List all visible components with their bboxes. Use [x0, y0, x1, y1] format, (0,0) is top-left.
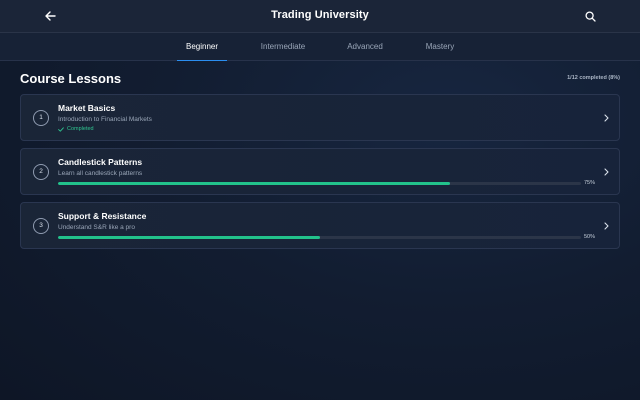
- progress-bar: [58, 182, 581, 185]
- lesson-subtitle: Introduction to Financial Markets: [58, 116, 152, 123]
- lesson-title: Market Basics: [58, 103, 116, 113]
- lesson-card[interactable]: 2 Candlestick Patterns Learn all candles…: [20, 148, 620, 195]
- section-title: Course Lessons: [20, 71, 122, 86]
- lesson-status: Completed: [58, 126, 94, 132]
- lesson-subtitle: Understand S&R like a pro: [58, 224, 135, 231]
- status-label: Completed: [67, 126, 94, 132]
- tab-advanced[interactable]: Advanced: [340, 33, 390, 61]
- app-header: Trading University: [0, 0, 640, 33]
- tab-intermediate[interactable]: Intermediate: [253, 33, 313, 61]
- chevron-right-icon: [601, 167, 611, 177]
- progress-bar: [58, 236, 581, 239]
- lesson-title: Support & Resistance: [58, 211, 147, 221]
- lesson-card[interactable]: 3 Support & Resistance Understand S&R li…: [20, 202, 620, 249]
- progress-percent: 75%: [584, 180, 596, 186]
- progress-summary: 1/12 completed (8%): [567, 75, 620, 81]
- search-button[interactable]: [580, 7, 600, 25]
- lesson-number: 2: [33, 164, 49, 180]
- tab-mastery[interactable]: Mastery: [417, 33, 463, 61]
- chevron-right-icon: [601, 113, 611, 123]
- check-icon: [58, 126, 64, 132]
- level-tabs: Beginner Intermediate Advanced Mastery: [0, 33, 640, 61]
- search-icon: [584, 10, 596, 22]
- tab-beginner[interactable]: Beginner: [177, 33, 227, 61]
- lesson-number: 1: [33, 110, 49, 126]
- lesson-number: 3: [33, 218, 49, 234]
- app-title: Trading University: [271, 9, 369, 21]
- chevron-right-icon: [601, 221, 611, 231]
- lesson-title: Candlestick Patterns: [58, 157, 143, 167]
- lesson-subtitle: Learn all candlestick patterns: [58, 170, 143, 177]
- progress-bar-fill: [58, 236, 320, 239]
- progress-bar-fill: [58, 182, 451, 185]
- progress-percent: 50%: [584, 234, 596, 240]
- lesson-card[interactable]: 1 Market Basics Introduction to Financia…: [20, 94, 620, 141]
